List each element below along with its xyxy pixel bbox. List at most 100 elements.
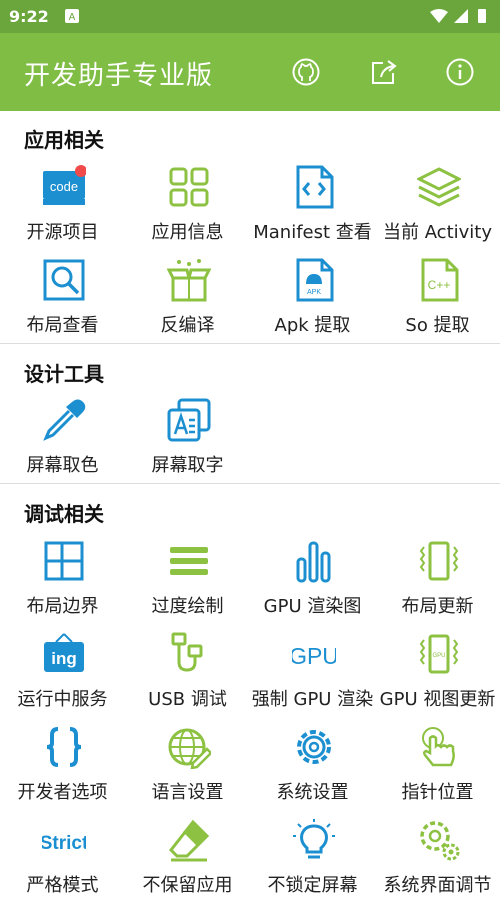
layout-search-icon — [43, 259, 85, 301]
tile-gpu-view-update[interactable]: GPU GPU 视图更新 — [375, 630, 500, 720]
tile-label: 布局更新 — [401, 596, 474, 617]
tile-developer-options[interactable]: 开发者选项 — [0, 723, 125, 813]
tile-layout-update[interactable]: 布局更新 — [375, 537, 500, 627]
tile-label: 开源项目 — [26, 222, 99, 243]
layers-icon — [417, 167, 461, 207]
tile-label: 应用信息 — [151, 222, 224, 243]
tile-label: 系统设置 — [276, 782, 349, 803]
tile-label: 过度绘制 — [151, 596, 224, 617]
share-icon[interactable] — [369, 57, 399, 87]
tile-label: 当前 Activity — [382, 222, 493, 243]
ing-sign-icon: ing — [44, 633, 84, 672]
svg-text:C++: C++ — [428, 278, 451, 292]
tile-layout-bounds[interactable]: 布局边界 — [0, 537, 125, 627]
tile-label: 开发者选项 — [17, 782, 108, 803]
wifi-icon — [430, 9, 448, 23]
layout-bounds-icon — [44, 541, 84, 581]
eyedropper-icon — [43, 399, 86, 441]
tile-decompile[interactable]: 反编译 — [125, 256, 250, 346]
app-bar: 开发助手专业版 — [0, 33, 500, 111]
tile-open-source[interactable]: code 开源项目 — [0, 163, 125, 253]
vibrate-icon — [419, 541, 459, 581]
gpu-vibrate-icon: GPU — [419, 634, 459, 674]
section-divider — [0, 483, 500, 484]
tile-label: 布局查看 — [26, 315, 99, 336]
tile-label: 布局边界 — [26, 596, 99, 617]
svg-text:APK: APK — [307, 289, 321, 296]
gpu-text-icon: GPU — [292, 643, 336, 669]
tile-label: 严格模式 — [26, 875, 99, 896]
tile-label: 强制 GPU 渲染 — [251, 689, 374, 710]
menu-lines-icon — [170, 547, 208, 575]
grid-icon — [169, 167, 209, 207]
tile-app-info[interactable]: 应用信息 — [125, 163, 250, 253]
tile-no-lock-screen[interactable]: 不锁定屏幕 — [250, 816, 375, 906]
tile-label: 指针位置 — [401, 782, 474, 803]
gears-icon — [420, 821, 460, 861]
tile-dont-keep-apps[interactable]: 不保留应用 — [125, 816, 250, 906]
svg-text:code: code — [50, 179, 78, 194]
strict-text-icon: Strict — [42, 833, 86, 854]
tile-strict-mode[interactable]: Strict 严格模式 — [0, 816, 125, 906]
text-capture-icon — [167, 398, 211, 442]
signal-icon — [454, 9, 468, 23]
lightbulb-icon — [293, 819, 335, 859]
gear-icon — [297, 730, 331, 764]
tile-text-picker[interactable]: 屏幕取字 — [125, 396, 250, 486]
notification-icon: A — [65, 8, 79, 27]
section-title-design: 设计工具 — [24, 362, 104, 386]
tile-language[interactable]: 语言设置 — [125, 723, 250, 813]
globe-edit-icon — [168, 728, 211, 769]
tile-apk-extract[interactable]: APK Apk 提取 — [250, 256, 375, 346]
tile-label: GPU 渲染图 — [263, 596, 362, 617]
tile-system-ui-tuner[interactable]: 系统界面调节 — [375, 816, 500, 906]
tile-running-services[interactable]: ing 运行中服务 — [0, 630, 125, 720]
tile-label: 运行中服务 — [17, 689, 108, 710]
code-icon: code — [43, 165, 86, 205]
apk-file-icon: APK — [296, 258, 334, 302]
svg-text:A: A — [69, 12, 76, 23]
tile-color-picker[interactable]: 屏幕取色 — [0, 396, 125, 486]
svg-text:GPU: GPU — [432, 653, 445, 659]
app-title: 开发助手专业版 — [24, 61, 214, 91]
tile-gpu-render[interactable]: GPU 渲染图 — [250, 537, 375, 627]
tile-label: Manifest 查看 — [253, 222, 372, 243]
tile-overdraw[interactable]: 过度绘制 — [125, 537, 250, 627]
pointer-hand-icon — [422, 727, 455, 767]
tile-label: 反编译 — [160, 315, 215, 336]
status-bar: 9:22 A — [0, 0, 500, 33]
tile-system-settings[interactable]: 系统设置 — [250, 723, 375, 813]
open-box-icon — [167, 259, 211, 302]
svg-text:Strict: Strict — [42, 833, 86, 854]
status-time: 9:22 — [9, 7, 49, 26]
status-icons — [428, 7, 492, 29]
tile-label: 系统界面调节 — [383, 875, 492, 896]
tile-manifest[interactable]: Manifest 查看 — [250, 163, 375, 253]
tile-so-extract[interactable]: C++ So 提取 — [375, 256, 500, 346]
tile-label: GPU 视图更新 — [379, 689, 496, 710]
section-title-debug: 调试相关 — [24, 502, 104, 526]
section-title-app: 应用相关 — [24, 128, 104, 152]
usb-cable-icon — [171, 632, 203, 672]
info-icon[interactable] — [445, 57, 475, 87]
tile-label: 不保留应用 — [142, 875, 233, 896]
tile-label: 屏幕取色 — [26, 455, 99, 476]
tile-label: 不锁定屏幕 — [267, 875, 358, 896]
tile-label: USB 调试 — [148, 689, 227, 710]
tile-usb-debug[interactable]: USB 调试 — [125, 630, 250, 720]
braces-icon — [46, 727, 82, 767]
tile-current-activity[interactable]: 当前 Activity — [375, 163, 500, 253]
battery-icon — [478, 9, 486, 23]
eraser-icon — [168, 819, 210, 862]
section-divider — [0, 343, 500, 344]
tile-layout-view[interactable]: 布局查看 — [0, 256, 125, 346]
file-code-icon — [296, 165, 334, 209]
svg-text:GPU: GPU — [292, 643, 336, 669]
cpp-file-icon: C++ — [421, 258, 459, 302]
tile-label: 屏幕取字 — [151, 455, 224, 476]
github-icon[interactable] — [291, 57, 321, 87]
tile-force-gpu[interactable]: GPU 强制 GPU 渲染 — [250, 630, 375, 720]
tile-pointer-location[interactable]: 指针位置 — [375, 723, 500, 813]
tile-label: 语言设置 — [151, 782, 224, 803]
tile-label: Apk 提取 — [274, 315, 351, 336]
